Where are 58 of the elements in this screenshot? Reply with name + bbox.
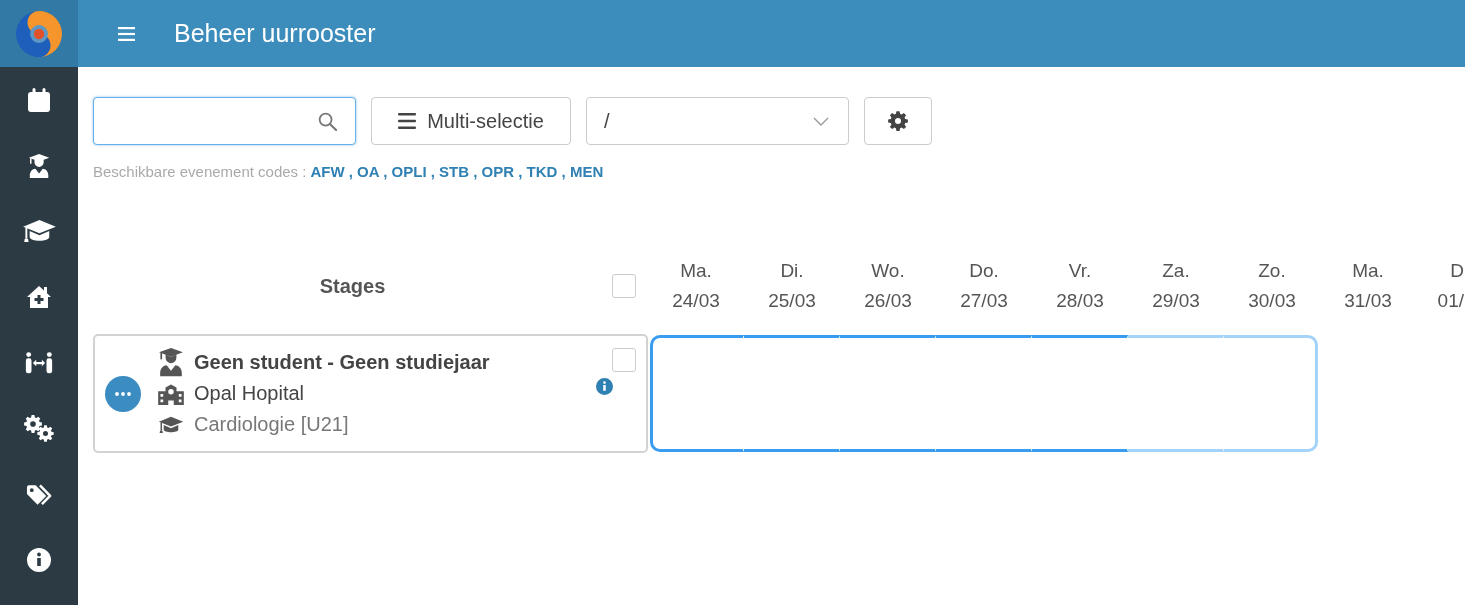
weekday-label: D — [1450, 259, 1464, 283]
filter-dropdown[interactable]: / — [586, 97, 849, 145]
hospital-name: Opal Hopital — [194, 382, 306, 405]
checkbox[interactable] — [612, 274, 636, 298]
info-icon[interactable] — [27, 548, 51, 573]
event-codes-label: Beschikbare evenement codes : — [93, 163, 307, 181]
date-label: 01/ — [1437, 289, 1464, 313]
schedule-cell[interactable] — [1032, 335, 1128, 452]
schedule-cell[interactable] — [840, 335, 936, 452]
checkbox[interactable] — [612, 348, 636, 372]
tags-icon[interactable] — [25, 482, 53, 507]
date-label: 24/03 — [672, 289, 720, 313]
menu-icon — [398, 113, 417, 129]
graduation-cap-icon — [158, 415, 184, 434]
weekday-label: Vr. — [1068, 259, 1092, 283]
date-label: 26/03 — [864, 289, 912, 313]
date-label: 28/03 — [1056, 289, 1104, 313]
house-plus-icon[interactable] — [26, 285, 52, 310]
search-icon — [318, 111, 337, 131]
schedule-cell[interactable] — [650, 335, 744, 452]
weekday-label: Di. — [780, 259, 804, 283]
date-label: 27/03 — [960, 289, 1008, 313]
ellipsis-icon — [115, 391, 131, 396]
schedule-cell[interactable] — [1128, 335, 1224, 452]
date-label: 31/03 — [1344, 289, 1392, 313]
multi-select-button[interactable]: Multi-selectie — [371, 97, 571, 145]
schedule-cell[interactable] — [1224, 335, 1318, 452]
people-arrows-icon[interactable] — [24, 351, 54, 376]
department-name: Cardiologie [U21] — [194, 413, 350, 436]
schedule-cell[interactable] — [744, 335, 840, 452]
menu-icon[interactable] — [118, 26, 135, 41]
weekday-label: Za. — [1162, 259, 1190, 283]
weekday-label: Wo. — [871, 259, 905, 283]
settings-icon — [888, 111, 908, 131]
weekday-label: Ma. — [680, 259, 712, 283]
schedule-cell[interactable] — [936, 335, 1032, 452]
graduate-icon — [158, 348, 184, 377]
weekday-label: Zo. — [1258, 259, 1286, 283]
gears-icon[interactable] — [24, 415, 54, 443]
stage-card[interactable]: Geen student - Geen studiejaar Opal Hopital Cardiologie [U21] — [93, 334, 648, 453]
date-label: 29/03 — [1152, 289, 1200, 313]
column-header: Stages — [318, 274, 387, 298]
hospital-icon — [158, 382, 184, 405]
student-name: Geen student - Geen studiejaar — [194, 351, 491, 374]
graduation-cap-icon[interactable] — [21, 219, 57, 244]
logo[interactable] — [16, 10, 62, 57]
weekday-label: Do. — [969, 259, 999, 283]
event-codes-list: AFW , OA , OPLI , STB , OPR , TKD , MEN — [310, 163, 604, 181]
date-label: 25/03 — [768, 289, 816, 313]
page-title: Beheer uurrooster — [174, 19, 376, 48]
chevron-down-icon — [813, 116, 829, 126]
weekday-label: Ma. — [1352, 259, 1384, 283]
search-field[interactable] — [93, 97, 356, 145]
calendar-icon[interactable] — [28, 87, 50, 112]
more-options-button[interactable] — [105, 375, 141, 412]
date-label: 30/03 — [1248, 289, 1296, 313]
settings-button[interactable] — [864, 97, 932, 145]
graduate-icon[interactable] — [27, 153, 51, 178]
